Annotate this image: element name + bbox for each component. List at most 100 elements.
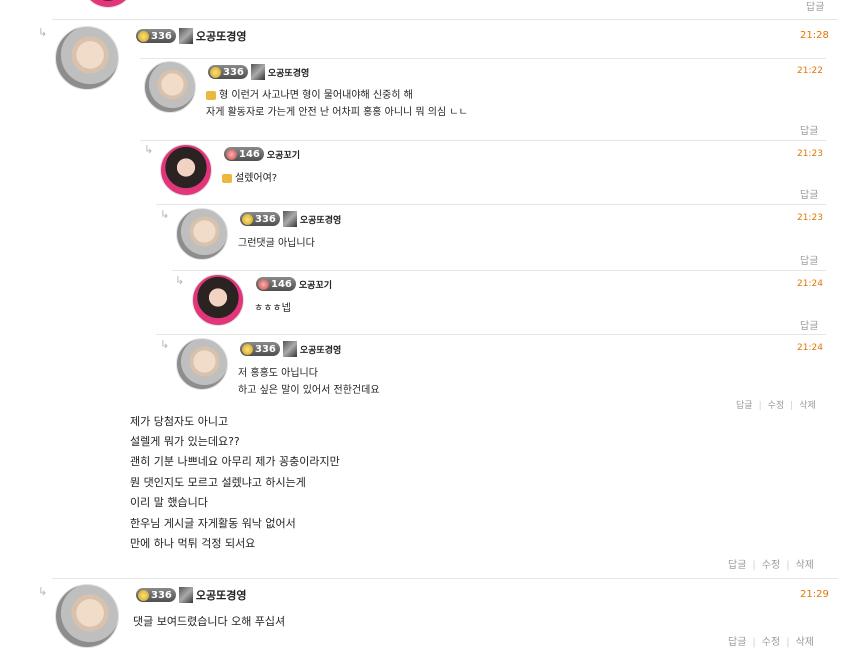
comment-text: ㅎㅎㅎ넵: [254, 303, 291, 314]
edit-button[interactable]: 수정: [768, 401, 785, 411]
level-badge: 336: [240, 212, 280, 226]
delete-button[interactable]: 삭제: [796, 560, 814, 571]
comment-text: 저 홍홍도 아닙니다: [238, 368, 318, 379]
separator: |: [752, 560, 756, 571]
divider: [156, 204, 826, 205]
avatar: [160, 144, 212, 196]
level-coin-icon: [242, 343, 253, 355]
profile-thumb-icon: [178, 28, 193, 44]
comment-body-line: 설렐게 뭐가 있는데요??: [130, 435, 240, 448]
nickname[interactable]: 오공꼬기: [299, 278, 332, 291]
separator: |: [752, 637, 756, 648]
timestamp: 21:28: [800, 30, 829, 41]
avatar: [144, 61, 196, 113]
avatar: [55, 584, 119, 648]
level-coin-icon: [226, 148, 237, 160]
reply-arrow-icon: ↳: [144, 143, 154, 156]
nickname[interactable]: 오공꼬기: [267, 148, 300, 161]
profile-thumb-icon: [282, 341, 297, 357]
comment-body-line: 만에 하나 먹튀 걱정 되서요: [130, 537, 256, 550]
timestamp: 21:29: [800, 589, 829, 600]
timestamp: 21:22: [797, 66, 823, 76]
reply-button[interactable]: 답글: [800, 122, 818, 137]
divider: [52, 578, 838, 579]
avatar: [176, 338, 228, 390]
reply-button[interactable]: 답글: [800, 252, 818, 267]
avatar: [82, 0, 134, 8]
nickname[interactable]: 오공또경영: [300, 343, 341, 356]
separator: |: [786, 560, 790, 571]
level-badge: 146: [224, 147, 264, 161]
comment-text: 자게 활동자로 가는게 안전 난 어차피 홍홍 아니니 뭐 의심 ㄴㄴ: [206, 107, 468, 118]
comment-text: 댓글 보여드렸습니다 오해 푸십셔: [133, 615, 286, 628]
reply-arrow-icon: ↳: [38, 26, 48, 39]
comment-text: 형 이런거 사고나면 형이 물어내야해 신중히 해: [206, 86, 413, 101]
profile-thumb-icon: [178, 587, 193, 603]
comment-body-line: 뭔 댓인지도 모르고 설렜냐고 하시는게: [130, 476, 306, 489]
nickname[interactable]: 오공또경영: [300, 213, 341, 226]
comment-actions: 답글 | 수정 | 삭제: [728, 633, 814, 648]
profile-thumb-icon: [250, 64, 265, 80]
separator: |: [786, 637, 790, 648]
level-badge: 336: [208, 65, 248, 79]
level-coin-icon: [138, 589, 149, 601]
reply-arrow-icon: ↳: [160, 338, 170, 351]
level-badge: 146: [256, 277, 296, 291]
comment-body-line: 이리 말 했습니다: [130, 496, 208, 509]
edit-button[interactable]: 수정: [762, 637, 780, 648]
emoticon-icon: [206, 90, 216, 100]
emoticon-icon: [222, 173, 232, 183]
user-badge: 336 오공또경영: [208, 64, 309, 80]
level-coin-icon: [258, 278, 269, 290]
level-badge: 336: [136, 588, 176, 602]
comment-body-line: 괜히 기분 나쁘네요 아무리 제가 꽁충이라지만: [130, 455, 340, 468]
divider: [156, 334, 826, 335]
comment-text: 하고 싶은 말이 있어서 전한건데요: [238, 385, 380, 396]
user-badge: 336 오공또경영: [136, 28, 246, 44]
nickname[interactable]: 오공또경영: [196, 587, 247, 603]
level-badge: 336: [240, 342, 280, 356]
reply-button[interactable]: 답글: [800, 186, 818, 201]
reply-arrow-icon: ↳: [38, 585, 48, 598]
comment-body-line: 제가 당첨자도 아니고: [130, 415, 229, 428]
avatar: [176, 208, 228, 260]
level-coin-icon: [210, 66, 221, 78]
profile-thumb-icon: [282, 211, 297, 227]
nickname[interactable]: 오공또경영: [268, 66, 309, 79]
divider: [140, 58, 826, 59]
timestamp: 21:23: [797, 213, 823, 223]
reply-button[interactable]: 답글: [736, 401, 753, 411]
user-badge: 146 오공꼬기: [256, 277, 332, 291]
reply-arrow-icon: ↳: [160, 208, 170, 221]
edit-button[interactable]: 수정: [762, 560, 780, 571]
comment-text: 그런댓글 아닙니다: [238, 238, 315, 249]
reply-button[interactable]: 답글: [806, 0, 824, 13]
reply-button[interactable]: 답글: [728, 637, 746, 648]
timestamp: 21:24: [797, 343, 823, 353]
divider: [140, 140, 826, 141]
user-badge: 336 오공또경영: [240, 211, 341, 227]
reply-button[interactable]: 답글: [728, 560, 746, 571]
comment-actions: 답글 | 수정 | 삭제: [728, 556, 814, 571]
avatar: [192, 274, 244, 326]
reply-arrow-icon: ↳: [175, 274, 185, 287]
comment-body-line: 한우님 게시글 자게활동 워낙 없어서: [130, 517, 296, 530]
nickname[interactable]: 오공또경영: [196, 28, 247, 44]
delete-button[interactable]: 삭제: [796, 637, 814, 648]
user-badge: 336 오공또경영: [240, 341, 341, 357]
level-coin-icon: [138, 30, 149, 42]
timestamp: 21:23: [797, 149, 823, 159]
user-badge: 146 오공꼬기: [224, 147, 300, 161]
comment-text: 설렜어여?: [222, 169, 277, 184]
separator: |: [758, 401, 762, 411]
divider: [172, 270, 826, 271]
reply-button[interactable]: 답글: [800, 317, 818, 332]
separator: |: [790, 401, 794, 411]
level-coin-icon: [242, 213, 253, 225]
avatar: [55, 26, 119, 90]
comment-actions: 답글 | 수정 | 삭제: [736, 398, 816, 411]
timestamp: 21:24: [797, 279, 823, 289]
delete-button[interactable]: 삭제: [799, 401, 816, 411]
user-badge: 336 오공또경영: [136, 587, 246, 603]
level-badge: 336: [136, 29, 176, 43]
